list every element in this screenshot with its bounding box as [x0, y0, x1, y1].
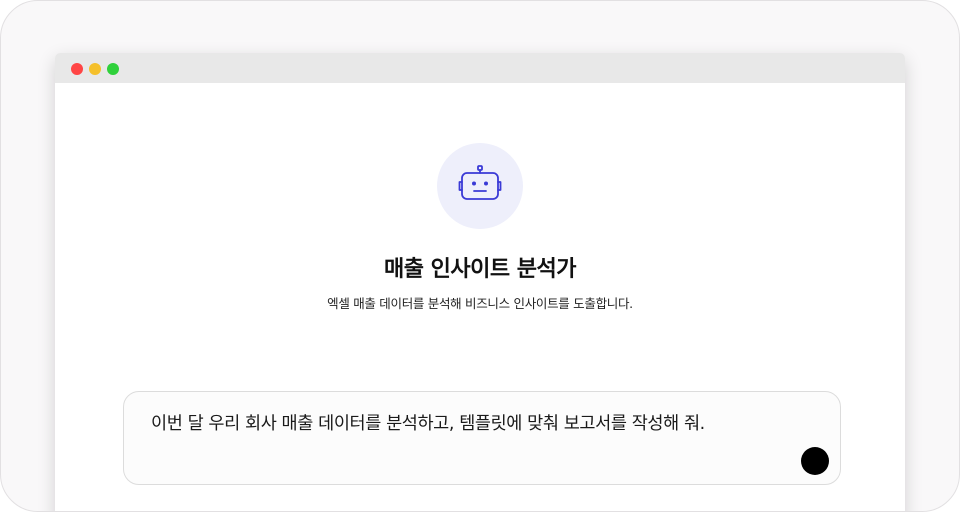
- window-title-bar: [55, 53, 905, 83]
- robot-icon: [458, 165, 502, 200]
- browser-window: 매출 인사이트 분석가 엑셀 매출 데이터를 분석해 비즈니스 인사이트를 도출…: [55, 53, 905, 511]
- assistant-title: 매출 인사이트 분석가: [384, 257, 576, 282]
- send-button[interactable]: [801, 447, 829, 475]
- device-frame: 매출 인사이트 분석가 엑셀 매출 데이터를 분석해 비즈니스 인사이트를 도출…: [0, 0, 960, 512]
- window-minimize-button[interactable]: [89, 63, 101, 75]
- assistant-avatar: [437, 143, 523, 229]
- prompt-input-box[interactable]: 이번 달 우리 회사 매출 데이터를 분석하고, 템플릿에 맞춰 보고서를 작성…: [123, 391, 841, 485]
- prompt-input-text[interactable]: 이번 달 우리 회사 매출 데이터를 분석하고, 템플릿에 맞춰 보고서를 작성…: [151, 410, 705, 435]
- window-maximize-button[interactable]: [107, 63, 119, 75]
- window-close-button[interactable]: [71, 63, 83, 75]
- assistant-description: 엑셀 매출 데이터를 분석해 비즈니스 인사이트를 도출합니다.: [327, 296, 633, 311]
